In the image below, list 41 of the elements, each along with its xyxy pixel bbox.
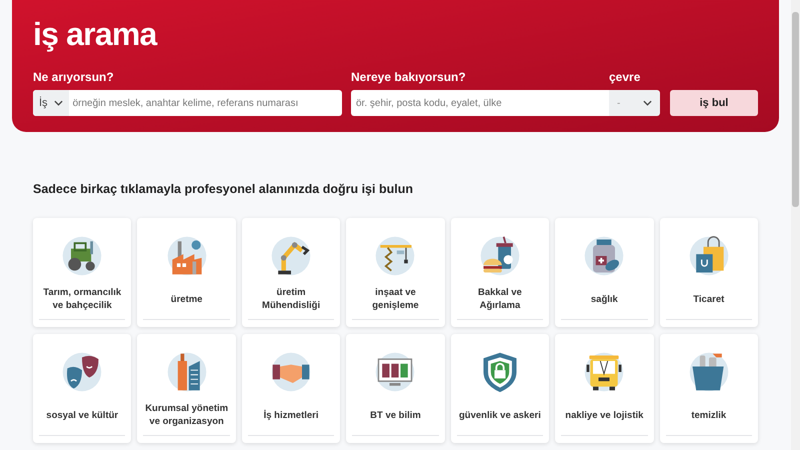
category-card[interactable]: güvenlik ve askeri [450,334,550,443]
category-card[interactable]: üretim Mühendisliği [242,218,340,327]
category-label: üretme [170,292,202,306]
category-label: güvenlik ve askeri [458,408,541,422]
location-search-field[interactable]: ör. şehir, posta kodu, eyalet, ülke [351,90,609,116]
category-label: nakliye ve lojistik [565,408,644,422]
scrollbar-thumb[interactable] [792,12,799,207]
field-label: çevre [609,69,642,86]
category-card[interactable]: Kurumsal yönetim ve organizasyon [137,334,236,443]
chevron-down-icon [643,100,652,106]
category-label: sosyal ve kültür [46,408,118,422]
keyword-search-field[interactable]: İş örneğin meslek, anahtar kelime, referans numarası [33,90,342,116]
page-title: iş arama [33,15,158,54]
section-heading: Sadece birkaç tıklamayla profesyonel alanınızda doğru işi bulun [33,181,414,198]
category-card[interactable]: üretme [137,218,236,327]
category-card[interactable]: temizlik [660,334,758,443]
search-button[interactable]: iş bul [670,90,758,116]
chevron-down-icon [54,100,63,106]
field-label: Ne arıyorsun? [33,69,115,86]
scrollbar[interactable] [791,0,800,450]
field-label: Nereye bakıyorsun? [351,69,467,86]
category-label: inşaat ve genişleme [371,286,420,312]
category-card[interactable]: Bakkal ve Ağırlama [450,218,550,327]
category-label: Ticaret [693,292,724,306]
category-label: Kurumsal yönetim ve organizasyon [144,402,230,428]
category-label: temizlik [691,408,726,422]
category-label: üretim Mühendisliği [261,286,322,312]
category-label: BT ve bilim [370,408,421,422]
category-card[interactable]: inşaat ve genişleme [346,218,445,327]
category-card[interactable]: nakliye ve lojistik [555,334,654,443]
category-label: sağlık [590,292,618,306]
category-label: Tarım, ormancılık ve bahçecilik [42,286,122,312]
category-label: Bakkal ve Ağırlama [477,286,523,312]
category-card[interactable]: sosyal ve kültür [33,334,132,443]
category-card[interactable]: sağlık [555,218,654,327]
category-card[interactable]: Ticaret [660,218,758,327]
type-select[interactable]: İş [33,90,69,116]
category-card[interactable]: İş hizmetleri [242,334,340,443]
category-card[interactable]: BT ve bilim [346,334,445,443]
category-label: İş hizmetleri [264,408,319,422]
category-card[interactable]: Tarım, ormancılık ve bahçecilik [33,218,132,327]
